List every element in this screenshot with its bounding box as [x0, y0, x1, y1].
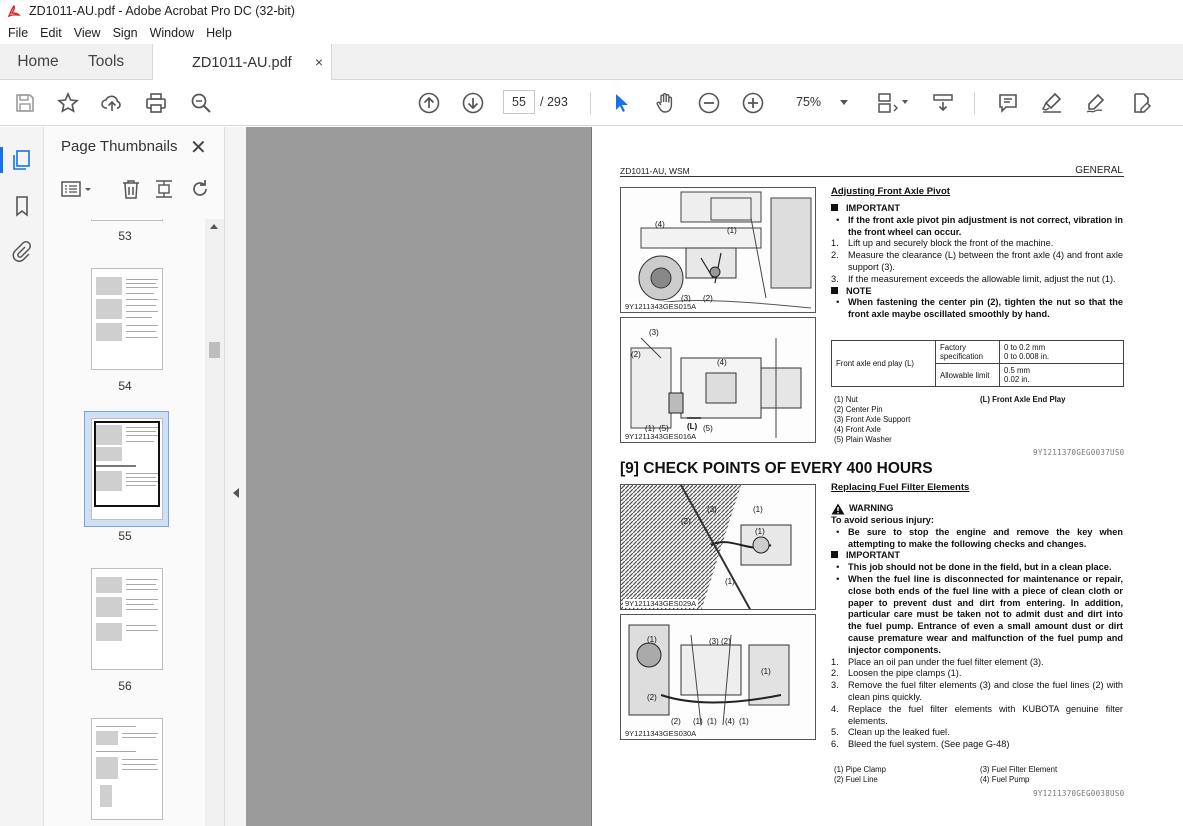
spec-table: Front axle end play (L) Factory specific…	[831, 340, 1124, 387]
page-number-input[interactable]: 55	[503, 90, 535, 114]
thumbnail-options-icon[interactable]	[61, 178, 95, 200]
header-rule	[620, 176, 1124, 177]
tab-document-label: ZD1011-AU.pdf	[192, 54, 292, 71]
close-icon[interactable]: ✕	[190, 135, 207, 160]
tab-home[interactable]: Home	[0, 44, 76, 80]
figure-legend-right: (L) Front Axle End Play	[980, 395, 1066, 404]
delete-page-icon[interactable]	[120, 178, 142, 200]
attachment-icon[interactable]	[11, 240, 33, 262]
document-viewer: ZD1011-AU, WSM GENERAL (4) (1) (3) (2) 9…	[246, 127, 1183, 826]
figure-front-axle: (4) (1) (3) (2) 9Y1211343GES015A	[620, 187, 816, 313]
menu-help[interactable]: Help	[200, 26, 238, 40]
panel-splitter[interactable]	[224, 127, 246, 826]
section-title: Replacing Fuel Filter Elements	[831, 482, 970, 493]
figure-fuel-filter-detail: (1) (3) (2) (1) (2) (2) (1) (1) (4) (1) …	[620, 614, 816, 740]
sign-icon[interactable]	[1084, 91, 1108, 115]
thumbnail-label: 53	[118, 229, 132, 243]
acrobat-logo-icon	[7, 5, 21, 18]
section-body: IMPORTANT • If the front axle pivot pin a…	[831, 203, 1123, 320]
thumbnail-scrollbar[interactable]	[205, 219, 224, 826]
collapse-panel-icon[interactable]	[233, 488, 239, 498]
toolbar	[0, 80, 1183, 126]
figure-fuel-filter-top: (2) (3) (1) (1) (1) 9Y1211343GES029A	[620, 484, 816, 610]
menu-sign[interactable]: Sign	[107, 26, 144, 40]
fit-page-icon[interactable]	[876, 91, 900, 115]
figure-caption: 9Y1211343GES015A	[623, 302, 699, 311]
print-icon[interactable]	[144, 91, 168, 115]
tab-document[interactable]: ZD1011-AU.pdf ×	[152, 44, 332, 81]
hand-icon[interactable]	[653, 91, 677, 115]
chevron-down-icon[interactable]	[840, 100, 848, 105]
figure-caption: 9Y1211343GES030A	[623, 729, 699, 738]
zoom-search-icon[interactable]	[189, 91, 213, 115]
panel-title: Page Thumbnails	[61, 138, 178, 155]
thumbnail-label: 54	[118, 379, 132, 393]
scrollbar-thumb[interactable]	[209, 342, 220, 358]
star-icon[interactable]	[56, 91, 80, 115]
page-total: / 293	[540, 95, 568, 109]
thumbnail-label: 55	[118, 529, 132, 543]
tab-close-icon[interactable]: ×	[315, 54, 323, 70]
menu-bar: File Edit View Sign Window Help	[0, 22, 1183, 44]
upload-icon[interactable]	[100, 91, 124, 115]
title-bar: ZD1011-AU.pdf - Adobe Acrobat Pro DC (32…	[0, 0, 1183, 22]
save-icon[interactable]	[13, 91, 37, 115]
menu-window[interactable]: Window	[144, 26, 200, 40]
document-code: 9Y1211370GEG0038US0	[1033, 789, 1125, 798]
rail-selection-indicator	[0, 147, 3, 173]
thumbnail-page[interactable]	[91, 268, 163, 370]
figure-legend: (1) Nut (2) Center Pin (3) Front Axle Su…	[834, 395, 911, 444]
menu-file[interactable]: File	[2, 26, 34, 40]
rotate-page-icon[interactable]	[189, 178, 211, 200]
bookmark-icon[interactable]	[11, 195, 33, 217]
zoom-in-icon[interactable]	[741, 91, 765, 115]
thumbnail-page[interactable]	[91, 568, 163, 670]
warning-icon	[831, 503, 845, 515]
figure-legend: (1) Pipe Clamp (2) Fuel Line	[834, 765, 886, 784]
page-header-left: ZD1011-AU, WSM	[620, 166, 690, 176]
page-up-icon[interactable]	[417, 91, 441, 115]
toolbar-separator	[974, 92, 975, 114]
tab-bar: Home Tools ZD1011-AU.pdf ×	[0, 44, 1183, 81]
figure-front-axle-end-play: (3) (2) (4) (1) (5) (L) (5) 9Y1211343GES…	[620, 317, 816, 443]
thumbnail-list: 53 54 55 56	[45, 219, 205, 826]
window-title: ZD1011-AU.pdf - Adobe Acrobat Pro DC (32…	[29, 4, 295, 18]
spec-limit-label: Allowable limit	[935, 363, 1000, 387]
section-heading: [9] CHECK POINTS OF EVERY 400 HOURS	[620, 460, 933, 477]
thumbnail-label: 56	[118, 679, 132, 693]
figure-legend-right: (3) Fuel Filter Element (4) Fuel Pump	[980, 765, 1058, 784]
thumbnails-panel: Page Thumbnails ✕ 53 54 55 56	[45, 127, 224, 826]
extract-page-icon[interactable]	[153, 178, 175, 200]
spec-label: Front axle end play (L)	[831, 340, 936, 387]
highlight-icon[interactable]	[1040, 91, 1064, 115]
comment-icon[interactable]	[996, 91, 1020, 115]
edit-pdf-icon[interactable]	[1129, 91, 1153, 115]
scroll-mode-icon[interactable]	[931, 91, 955, 115]
toolbar-separator	[590, 92, 591, 114]
spec-factory-label: Factory specification	[935, 340, 1000, 364]
pdf-page: ZD1011-AU, WSM GENERAL (4) (1) (3) (2) 9…	[591, 127, 1183, 826]
section-body: WARNING To avoid serious injury: • Be sur…	[831, 503, 1123, 750]
page-header-right: GENERAL	[1075, 165, 1123, 176]
tab-tools[interactable]: Tools	[76, 44, 151, 80]
scroll-up-icon[interactable]	[210, 224, 218, 229]
zoom-out-icon[interactable]	[697, 91, 721, 115]
spec-limit-value: 0.5 mm 0.02 in.	[999, 363, 1124, 387]
page-down-icon[interactable]	[461, 91, 485, 115]
page-thumbnails-icon[interactable]	[11, 149, 33, 171]
thumbnail-page-current[interactable]	[91, 418, 163, 520]
thumbnail-page[interactable]	[91, 219, 163, 221]
menu-edit[interactable]: Edit	[34, 26, 68, 40]
document-code: 9Y1211370GEG0037US0	[1033, 448, 1125, 457]
chevron-down-icon[interactable]	[902, 100, 908, 104]
navigation-rail	[0, 127, 44, 826]
figure-caption: 9Y1211343GES029A	[623, 599, 699, 608]
menu-view[interactable]: View	[68, 26, 107, 40]
figure-caption: 9Y1211343GES016A	[623, 432, 699, 441]
panel-toolbar	[45, 175, 224, 203]
select-cursor-icon[interactable]	[609, 91, 633, 115]
thumbnail-page[interactable]	[91, 718, 163, 820]
section-title: Adjusting Front Axle Pivot	[831, 186, 950, 197]
spec-factory-value: 0 to 0.2 mm 0 to 0.008 in.	[999, 340, 1124, 364]
